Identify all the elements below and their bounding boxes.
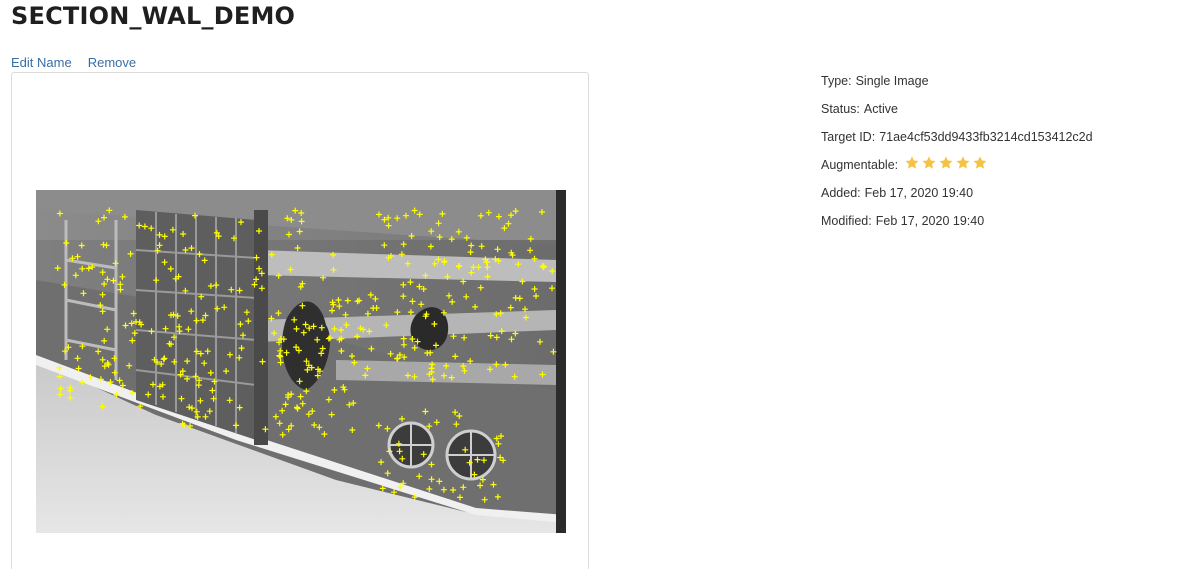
star-icon [922,156,936,169]
added-label: Added: [821,186,861,200]
modified-label: Modified: [821,214,872,228]
type-value: Single Image [855,74,929,88]
target-actions: Edit Name Remove [11,55,136,70]
target-id-value: 71ae4cf53dd9433fb3214cd153412c2d [879,130,1093,144]
status-label: Status: [821,102,860,116]
added-row: Added: Feb 17, 2020 19:40 [821,184,1093,212]
added-value: Feb 17, 2020 19:40 [864,186,974,200]
modified-value: Feb 17, 2020 19:40 [875,214,985,228]
status-row: Status: Active [821,100,1093,128]
modified-row: Modified: Feb 17, 2020 19:40 [821,212,1093,240]
augmentable-label: Augmentable: [821,158,899,172]
star-icon [905,156,919,169]
augmentable-rating [904,155,988,171]
target-id-row: Target ID: 71ae4cf53dd9433fb3214cd153412… [821,128,1093,156]
edit-name-link[interactable]: Edit Name [11,55,72,70]
target-id-label: Target ID: [821,130,876,144]
status-value: Active [863,102,898,116]
target-detail-page: SECTION_WAL_DEMO Edit Name Remove Type: … [0,0,1199,569]
star-icon [956,156,970,169]
target-image-panel [11,72,589,569]
page-title: SECTION_WAL_DEMO [11,2,296,30]
target-info: Type: Single Image Status: Active Target… [821,72,1093,240]
remove-link[interactable]: Remove [88,55,136,70]
augmentable-row: Augmentable: [821,156,1093,184]
type-label: Type: [821,74,852,88]
type-row: Type: Single Image [821,72,1093,100]
target-image [36,190,566,533]
star-icon [939,156,953,169]
star-icon [973,156,987,169]
